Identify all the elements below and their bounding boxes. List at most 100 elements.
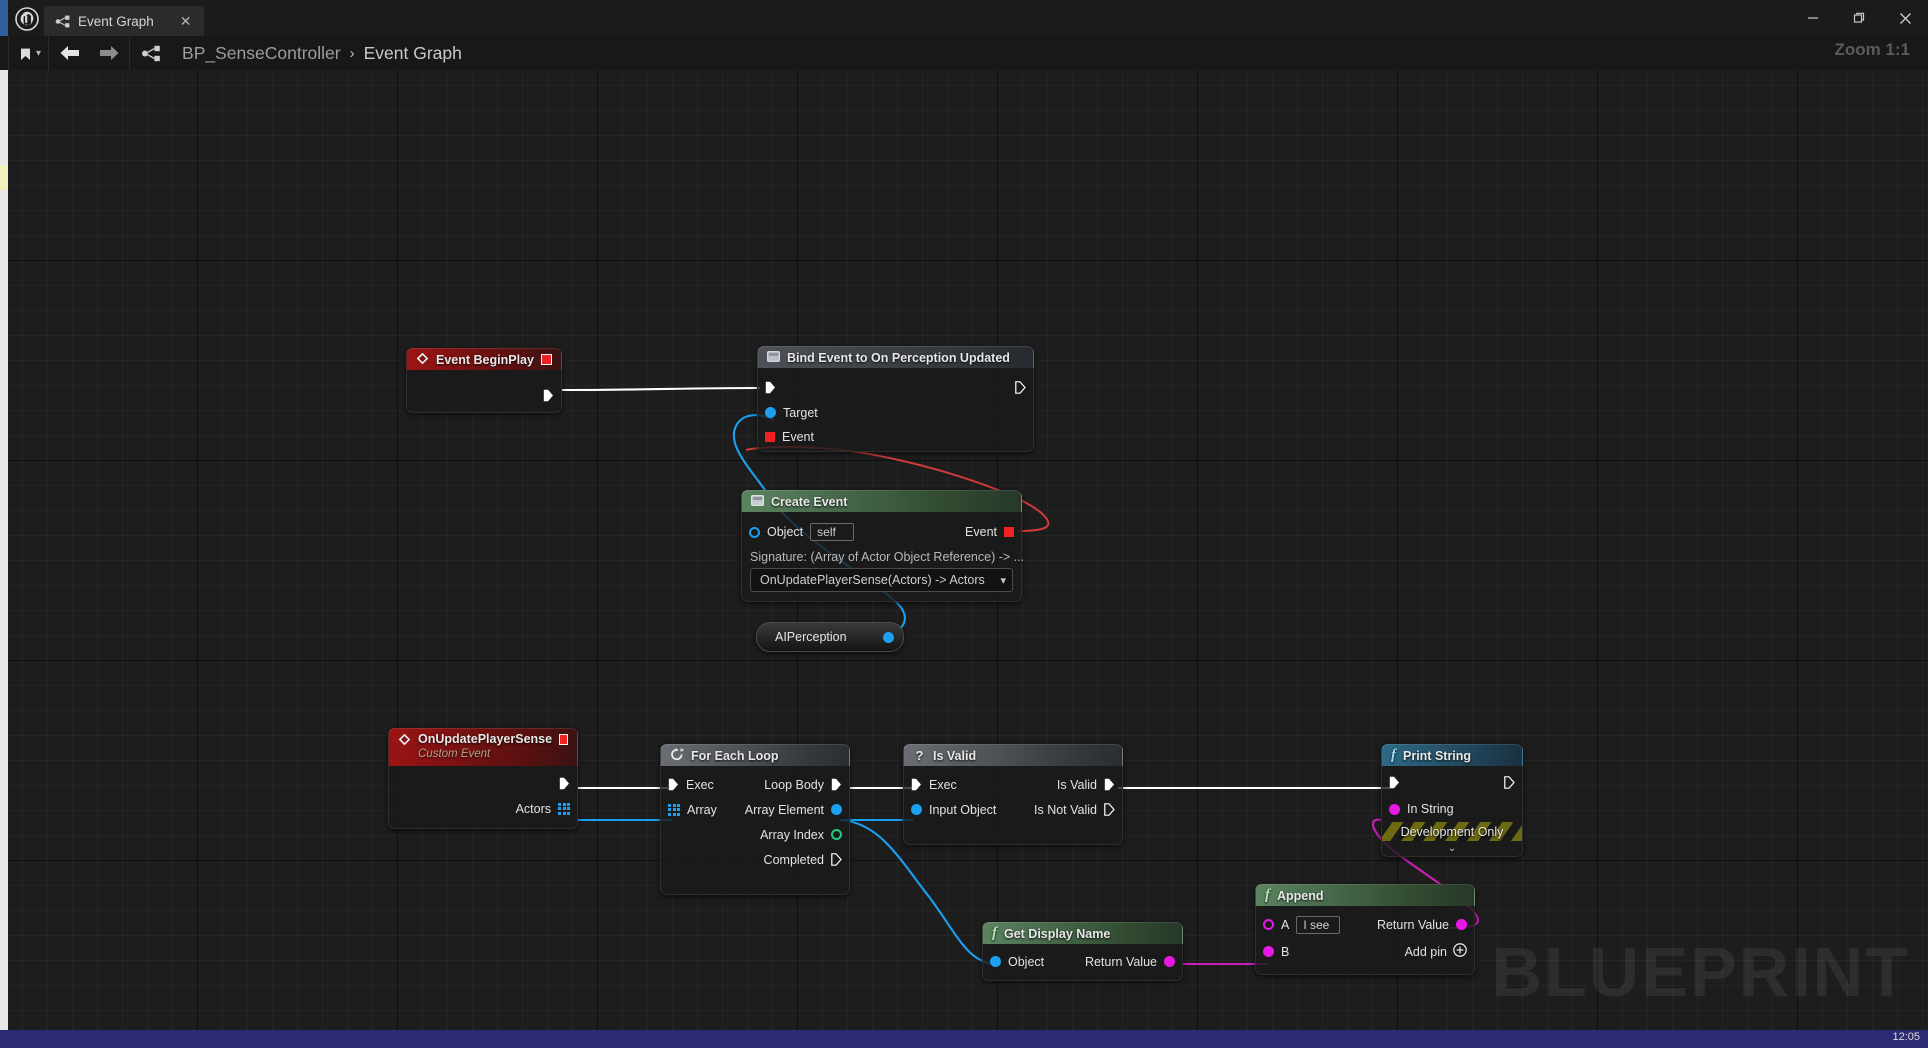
node-header: ? Is Valid: [903, 744, 1123, 766]
exec-out-pin-is-valid[interactable]: [1104, 778, 1115, 791]
exec-out-pin[interactable]: [1015, 381, 1026, 394]
exec-in-pin[interactable]: [668, 778, 679, 791]
function-f-icon: f: [1391, 747, 1396, 764]
object-pin[interactable]: [765, 407, 776, 418]
string-in-pin-a[interactable]: [1263, 919, 1274, 930]
object-in-pin[interactable]: [911, 804, 922, 815]
input-b-wrap: B: [1256, 945, 1289, 959]
object-value-field[interactable]: self: [810, 523, 854, 541]
window-minimize-button[interactable]: [1790, 0, 1836, 36]
signature-dropdown[interactable]: OnUpdatePlayerSense(Actors) -> Actors ▾: [750, 568, 1013, 592]
exec-out-pin[interactable]: [559, 777, 570, 790]
zoom-level-label: Zoom 1:1: [1834, 40, 1910, 60]
node-header: For Each Loop: [660, 744, 850, 766]
append-a-value-field[interactable]: I see: [1296, 916, 1340, 934]
pin-label: Array Index: [760, 828, 824, 842]
array-out-pin[interactable]: [558, 803, 570, 815]
delegate-pin[interactable]: [765, 432, 775, 442]
exec-in-pin[interactable]: [1389, 776, 1400, 789]
array-index-wrap: Array Index: [760, 828, 849, 842]
navigate-back-button[interactable]: [49, 36, 89, 70]
node-header: Create Event: [741, 490, 1022, 512]
exec-out-pin[interactable]: [543, 389, 554, 402]
string-in-pin[interactable]: [1389, 804, 1400, 815]
os-taskbar[interactable]: 12:05: [0, 1030, 1928, 1048]
pin-label: Exec: [686, 778, 714, 792]
node-event-begin-play[interactable]: Event BeginPlay: [406, 348, 562, 413]
row-object: Object Return Value: [983, 949, 1182, 974]
pin-label: Array: [687, 803, 717, 817]
isnotvalid-out-wrap: Is Not Valid: [1034, 803, 1122, 817]
exec-in-wrap: [1382, 776, 1400, 789]
pin-label: Completed: [764, 853, 824, 867]
delegate-out-pin[interactable]: [1004, 527, 1014, 537]
node-for-each-loop[interactable]: For Each Loop Exec Loop Body: [660, 744, 850, 895]
node-get-display-name[interactable]: f Get Display Name Object Return Value: [982, 922, 1183, 981]
row-array-element: Array Array Element: [661, 797, 849, 822]
pin-row-event: Event: [758, 424, 814, 449]
array-in-pin[interactable]: [668, 804, 680, 816]
object-in-wrap: Object: [983, 955, 1044, 969]
event-diamond-icon: [398, 733, 411, 749]
pin-label: Return Value: [1377, 918, 1449, 932]
node-is-valid[interactable]: ? Is Valid Exec Is Valid: [903, 744, 1123, 845]
exec-in-pin[interactable]: [765, 381, 776, 394]
node-body: Target Event: [757, 368, 1034, 452]
isvalid-out-wrap: Is Valid: [1057, 778, 1122, 792]
event-pin-wrap: Event: [758, 430, 814, 444]
string-in-pin-b[interactable]: [1263, 946, 1274, 957]
exec-out-pin-completed[interactable]: [831, 853, 842, 866]
advanced-expander-button[interactable]: ⌄: [1382, 841, 1522, 856]
array-element-wrap: Array Element: [745, 803, 849, 817]
window-close-button[interactable]: [1882, 0, 1928, 36]
delegate-output-pin[interactable]: [559, 734, 568, 745]
exec-out-pin-loop-body[interactable]: [831, 778, 842, 791]
pin-label: Exec: [929, 778, 957, 792]
object-ref-pin[interactable]: [749, 527, 760, 538]
target-pin-wrap: Target: [758, 406, 818, 420]
node-aiperception-variable[interactable]: AIPerception: [756, 622, 904, 652]
bookmark-button[interactable]: ▾: [9, 36, 48, 70]
object-in-pin[interactable]: [990, 956, 1001, 967]
exec-out-pin-is-not-valid[interactable]: [1104, 803, 1115, 816]
string-out-pin[interactable]: [1164, 956, 1175, 967]
exec-in-wrap: Exec: [661, 778, 714, 792]
window-accent-stripe: [0, 0, 8, 36]
node-title: For Each Loop: [691, 749, 779, 763]
graph-breadcrumb-icon-button[interactable]: [130, 36, 172, 70]
delegate-output-pin[interactable]: [541, 354, 552, 365]
add-pin-label: Add pin: [1405, 945, 1447, 959]
string-out-pin[interactable]: [1456, 919, 1467, 930]
add-pin-button[interactable]: Add pin: [1405, 943, 1474, 960]
tab-strip: Event Graph ✕: [44, 6, 204, 36]
int-out-pin[interactable]: [831, 829, 842, 840]
tab-event-graph[interactable]: Event Graph ✕: [44, 6, 204, 36]
breadcrumb-current[interactable]: Event Graph: [364, 43, 462, 64]
exec-out-pin[interactable]: [1504, 776, 1515, 789]
exec-out-row: [559, 771, 570, 796]
question-mark-icon: ?: [913, 748, 926, 763]
navigate-forward-button[interactable]: [89, 36, 129, 70]
exec-out-row: [543, 383, 554, 408]
completed-wrap: Completed: [764, 853, 849, 867]
bind-event-icon: [767, 351, 780, 365]
breadcrumb-separator-icon: ›: [350, 45, 355, 62]
node-append[interactable]: f Append A I see Return Value B: [1255, 884, 1475, 975]
object-out-pin[interactable]: [883, 632, 894, 643]
graph-icon: [141, 45, 161, 62]
object-out-pin[interactable]: [831, 804, 842, 815]
tab-close-icon[interactable]: ✕: [180, 14, 192, 28]
breadcrumb-root[interactable]: BP_SenseController: [182, 43, 341, 64]
node-bind-event-to-on-perception-updated[interactable]: Bind Event to On Perception Updated: [757, 346, 1034, 452]
node-print-string[interactable]: f Print String In String: [1381, 744, 1523, 857]
return-value-wrap: Return Value: [1377, 918, 1474, 932]
exec-in-pin[interactable]: [911, 778, 922, 791]
row-exec: [1382, 768, 1522, 796]
node-body: A I see Return Value B Add pin: [1255, 906, 1475, 975]
node-on-update-player-sense[interactable]: OnUpdatePlayerSense Custom Event Actors: [388, 728, 578, 829]
variable-label: AIPerception: [775, 630, 847, 644]
in-string-wrap: In String: [1382, 802, 1454, 816]
node-create-event[interactable]: Create Event Object self Event Signature…: [741, 490, 1022, 602]
window-maximize-button[interactable]: [1836, 0, 1882, 36]
event-graph-canvas[interactable]: Event BeginPlay Bind Event to On Percept…: [0, 70, 1928, 1030]
